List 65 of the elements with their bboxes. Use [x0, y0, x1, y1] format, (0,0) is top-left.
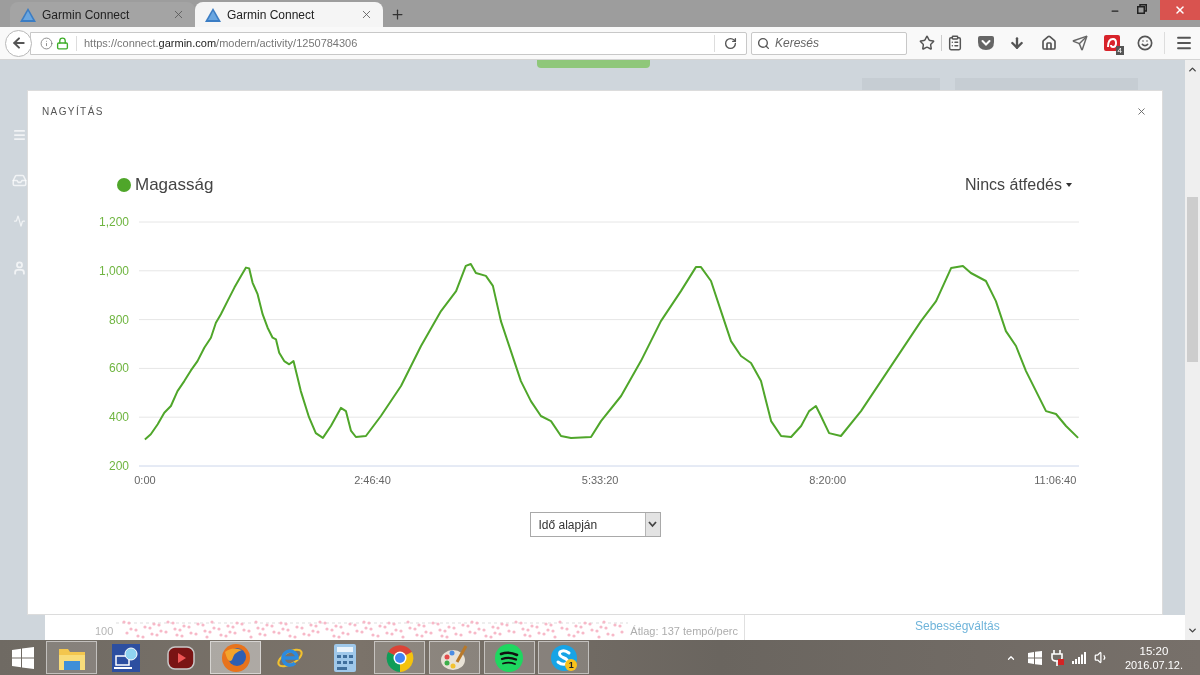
scrollbar[interactable]	[1185, 60, 1200, 640]
activity-icon	[12, 215, 27, 227]
dialog-title: NAGYÍTÁS	[42, 104, 104, 119]
overlay-dropdown[interactable]: Nincs átfedés	[965, 173, 1072, 197]
axis-label: 100	[95, 623, 114, 639]
signal-bars-icon[interactable]	[1071, 651, 1086, 664]
y-axis-label: 200	[108, 459, 129, 473]
download-icon[interactable]	[1009, 35, 1025, 51]
monitor-icon	[112, 643, 141, 672]
windows-flag-icon[interactable]	[1027, 650, 1042, 665]
smiley-icon[interactable]	[1137, 35, 1153, 51]
calculator-icon	[333, 643, 356, 672]
back-button[interactable]	[5, 29, 32, 57]
taskbar-app-button[interactable]: 1	[538, 641, 590, 674]
triangle-icon	[205, 7, 221, 22]
search-icon	[757, 36, 770, 50]
address-field[interactable]: https://connect.garmin.com/modern/activity/1250784306	[30, 31, 747, 55]
wave-circle-icon	[495, 643, 523, 672]
home-icon[interactable]	[1041, 35, 1057, 51]
reload-icon[interactable]	[724, 36, 737, 50]
play-icon	[166, 645, 195, 670]
x-axis-label: 5:33:20	[581, 474, 619, 486]
average-text: Átlag: 137 tempó/perc	[630, 623, 738, 639]
y-axis-label: 1,200	[98, 215, 129, 229]
taskbar-app-button[interactable]	[483, 641, 535, 674]
globe-icon	[221, 643, 250, 672]
extension-badge: 4	[1115, 46, 1124, 55]
star-icon[interactable]	[919, 35, 935, 51]
restore-icon[interactable]	[1137, 4, 1147, 14]
palette-icon	[440, 643, 469, 672]
close-icon[interactable]	[360, 8, 373, 21]
tricolor-circle-icon	[385, 643, 414, 672]
caret-down-icon	[1066, 183, 1072, 187]
triangle-icon	[20, 7, 36, 22]
extension-icon[interactable]	[1104, 35, 1120, 51]
y-axis-label: 400	[108, 410, 129, 425]
plug-icon[interactable]	[1049, 649, 1064, 666]
y-axis-label: 800	[108, 312, 129, 327]
start-icon[interactable]	[12, 646, 34, 669]
info-icon[interactable]	[40, 36, 53, 50]
close-icon	[1174, 4, 1186, 16]
scroll-up-icon[interactable]	[1187, 64, 1198, 75]
y-axis-label: 600	[108, 361, 129, 376]
person-icon	[12, 260, 27, 276]
browser-tab[interactable]: Garmin Connect	[10, 2, 195, 27]
search-field[interactable]: Keresés	[751, 31, 907, 55]
x-axis-label: 11:06:40	[1034, 474, 1077, 486]
x-axis-label: 2:46:40	[354, 474, 391, 486]
time-axis-select[interactable]: Idő alapján	[529, 512, 661, 537]
lock-icon[interactable]	[56, 36, 69, 50]
chevron-shield-icon[interactable]	[978, 36, 994, 50]
x-axis-label: 0:00	[134, 474, 156, 486]
send-icon[interactable]	[1072, 35, 1088, 51]
menu-icon[interactable]	[1175, 34, 1193, 52]
scroll-thumb[interactable]	[1187, 197, 1198, 362]
y-axis-label: 1,000	[98, 263, 129, 278]
menu-icon	[12, 128, 27, 142]
close-icon[interactable]	[1136, 105, 1147, 117]
new-tab-icon[interactable]	[390, 7, 405, 22]
legend-item[interactable]: Magasság	[117, 172, 214, 198]
x-axis-label: 8:20:00	[809, 474, 847, 486]
browser-tab[interactable]: Garmin Connect	[195, 2, 383, 27]
scroll-down-icon[interactable]	[1187, 625, 1198, 636]
clock[interactable]: 15:20 2016.07.12.	[1124, 643, 1183, 672]
clipboard-icon[interactable]	[947, 35, 963, 51]
